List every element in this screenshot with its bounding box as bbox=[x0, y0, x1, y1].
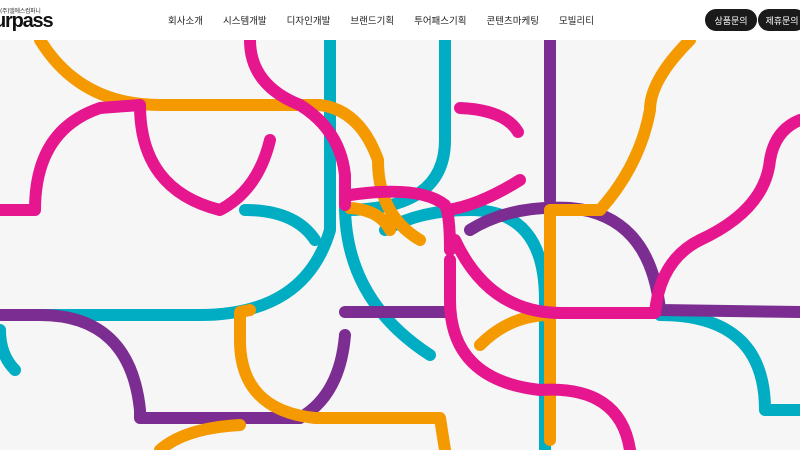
site-header: (주)엘에스컴퍼니 urpass 회사소개 시스템개발 디자인개발 브랜드기획 … bbox=[0, 0, 800, 40]
nav-item-brand-planning[interactable]: 브랜드기획 bbox=[350, 13, 394, 27]
nav-item-mobility[interactable]: 모빌리티 bbox=[559, 13, 594, 27]
hero-graphic bbox=[0, 40, 800, 450]
nav-item-design-development[interactable]: 디자인개발 bbox=[287, 13, 331, 27]
product-inquiry-button[interactable]: 상품문의 bbox=[705, 9, 757, 31]
teal-line-1 bbox=[0, 324, 21, 376]
orange-line-4 bbox=[154, 419, 246, 450]
teal-line-7 bbox=[654, 309, 800, 416]
brand-logo[interactable]: (주)엘에스컴퍼니 urpass bbox=[0, 6, 60, 34]
nav-item-system-development[interactable]: 시스템개발 bbox=[223, 13, 267, 27]
orange-line-5 bbox=[544, 40, 696, 446]
pink-line-5 bbox=[442, 174, 526, 216]
pink-line-1 bbox=[0, 99, 276, 216]
nav-item-company[interactable]: 회사소개 bbox=[168, 13, 203, 27]
nav-item-content-marketing[interactable]: 콘텐츠마케팅 bbox=[487, 13, 539, 27]
logo-wordmark: urpass bbox=[0, 10, 54, 32]
nav-item-tourpass-planning[interactable]: 투어패스기획 bbox=[414, 13, 466, 27]
partner-inquiry-button[interactable]: 제휴문의 bbox=[758, 9, 800, 31]
purple-line-1 bbox=[0, 309, 351, 424]
pink-line-4 bbox=[454, 102, 524, 138]
hero-line-pattern bbox=[0, 40, 800, 450]
main-navigation: 회사소개 시스템개발 디자인개발 브랜드기획 투어패스기획 콘텐츠마케팅 모빌리… bbox=[168, 0, 614, 40]
teal-line-3 bbox=[239, 204, 321, 246]
